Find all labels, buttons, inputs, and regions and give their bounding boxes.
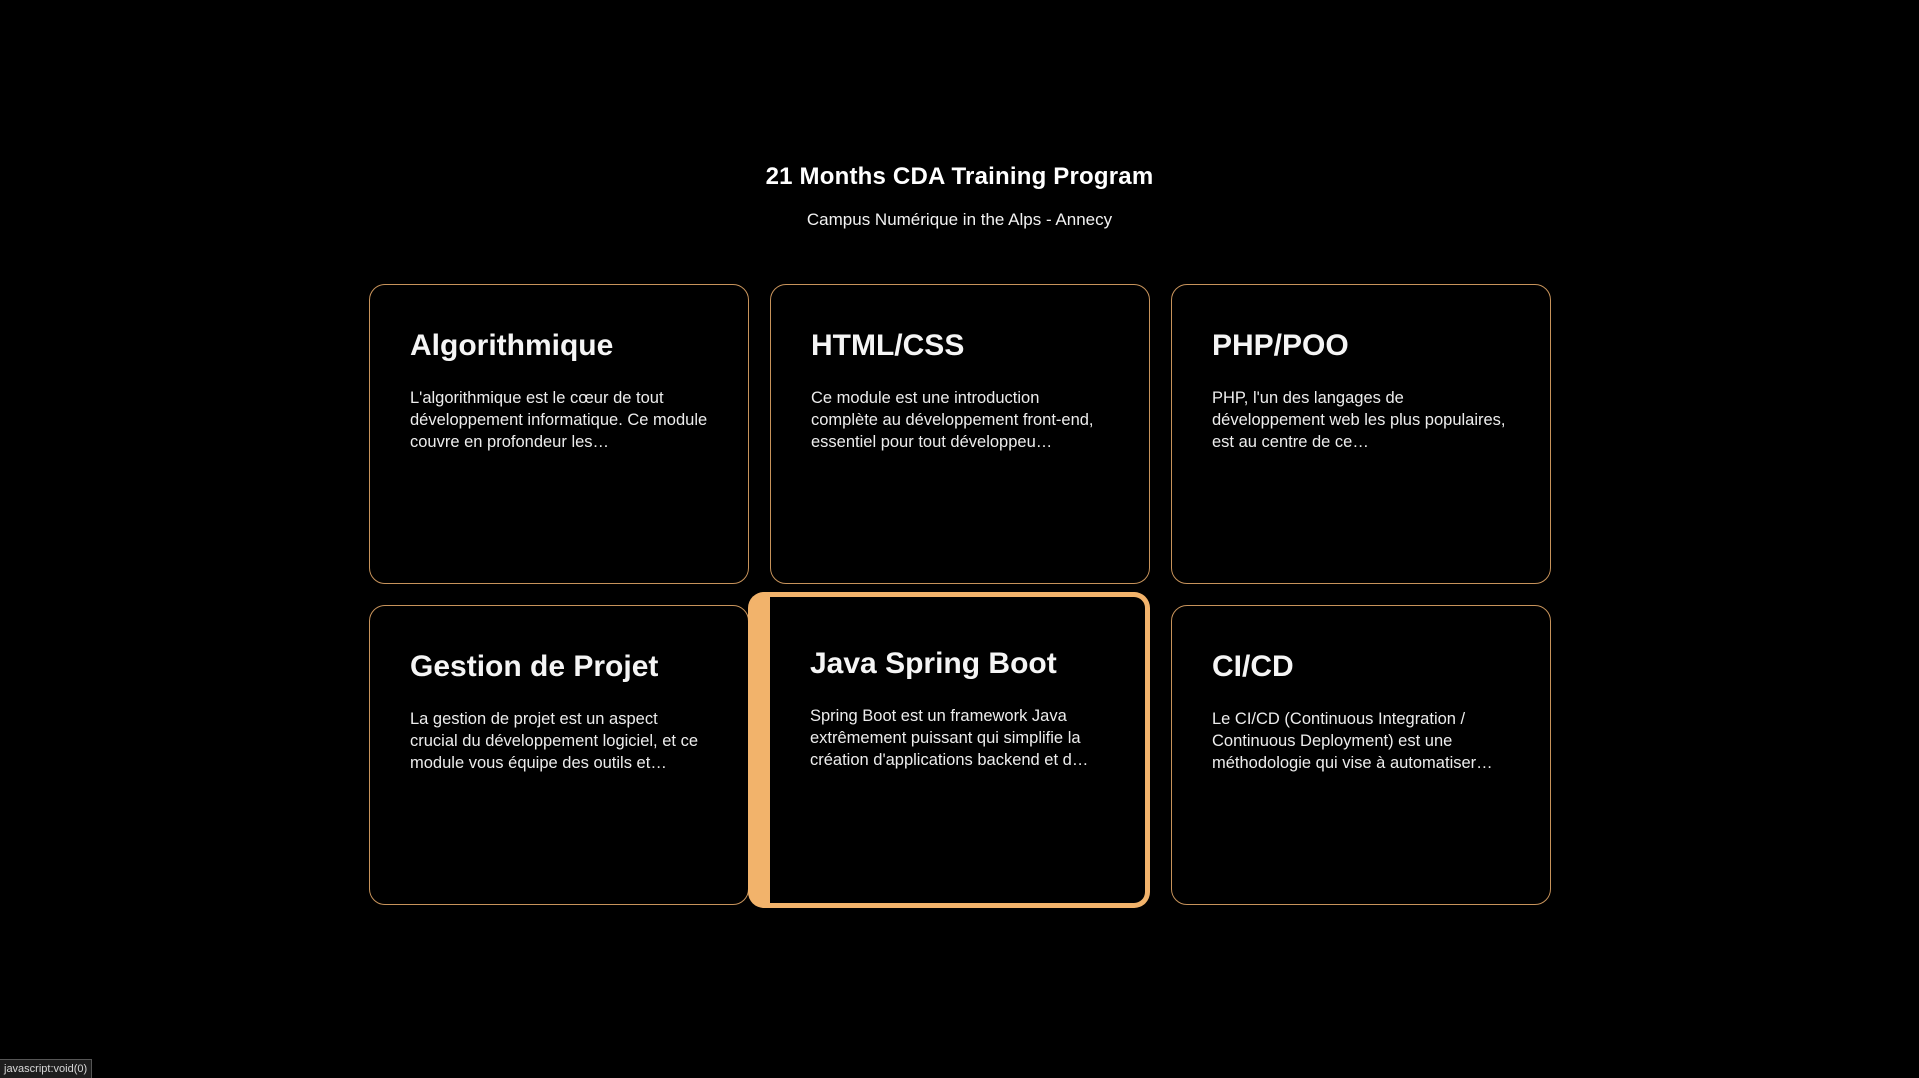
card-description: PHP, l'un des langages de développement … (1212, 389, 1506, 451)
card-description: Ce module est une introduction complète … (811, 389, 1094, 451)
card-description: Le CI/CD (Continuous Integration / Conti… (1212, 710, 1493, 772)
module-card-html-css[interactable]: HTML/CSS Ce module est une introduction … (770, 284, 1150, 584)
page: 21 Months CDA Training Program Campus Nu… (0, 0, 1919, 1078)
card-title: CI/CD (1212, 650, 1294, 683)
page-header: 21 Months CDA Training Program Campus Nu… (0, 160, 1919, 232)
card-description: L'algorithmique est le cœur de tout déve… (410, 389, 708, 451)
browser-status-bar: javascript:void(0) (0, 1059, 93, 1078)
module-cards-grid: Algorithmique L'algorithmique est le cœu… (369, 284, 1551, 908)
card-title: Algorithmique (410, 329, 614, 362)
card-title: Java Spring Boot (810, 647, 1057, 680)
page-title: 21 Months CDA Training Program (765, 163, 1154, 190)
page-subtitle: Campus Numérique in the Alps - Annecy (806, 210, 1113, 229)
card-title: Gestion de Projet (410, 650, 659, 683)
card-description: Spring Boot est un framework Java extrêm… (810, 707, 1089, 769)
card-title: PHP/POO (1212, 329, 1349, 362)
module-card-php-poo[interactable]: PHP/POO PHP, l'un des langages de dévelo… (1171, 284, 1551, 584)
module-card-ci-cd[interactable]: CI/CD Le CI/CD (Continuous Integration /… (1171, 605, 1551, 905)
module-card-gestion-de-projet[interactable]: Gestion de Projet La gestion de projet e… (369, 605, 749, 905)
card-title: HTML/CSS (811, 329, 965, 362)
module-card-algorithmique[interactable]: Algorithmique L'algorithmique est le cœu… (369, 284, 749, 584)
module-card-java-spring-boot[interactable]: Java Spring Boot Spring Boot est un fram… (750, 592, 1150, 908)
card-description: La gestion de projet est un aspect cruci… (410, 710, 699, 772)
